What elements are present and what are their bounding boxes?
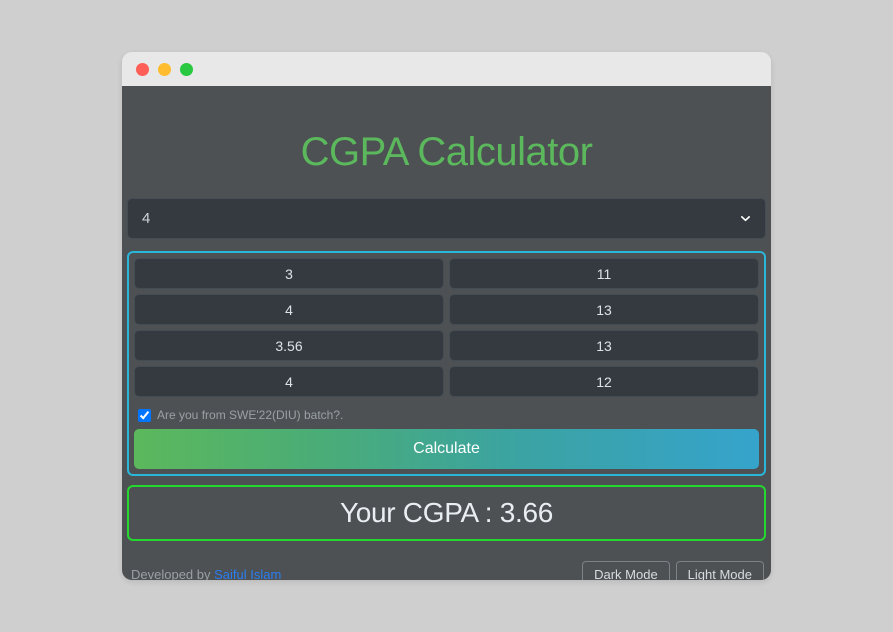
credit-input-3[interactable] (449, 330, 759, 361)
gpa-input-1[interactable] (134, 258, 444, 289)
browser-window: CGPA Calculator 4 3 11 4 13 3.56 13 4 12… (122, 52, 771, 580)
minimize-icon[interactable] (158, 62, 171, 76)
gpa-input-2[interactable] (134, 294, 444, 325)
chevron-down-icon (741, 216, 750, 222)
cgpa-result: Your CGPA : 3.66 (127, 485, 766, 541)
gpa-input-4[interactable] (134, 366, 444, 397)
light-mode-button[interactable]: Light Mode (675, 561, 764, 580)
calculate-button[interactable]: Calculate (134, 429, 759, 469)
maximize-icon[interactable] (180, 62, 193, 76)
developer-credit: Developed by Saiful Islam (131, 567, 281, 580)
input-row (134, 258, 759, 289)
gpa-input-3[interactable] (134, 330, 444, 361)
page-title: CGPA Calculator (300, 130, 593, 174)
input-row (134, 330, 759, 361)
app-body: CGPA Calculator 4 3 11 4 13 3.56 13 4 12… (122, 86, 771, 580)
cgpa-form-card: Are you from SWE'22(DIU) batch?. Calcula… (127, 251, 766, 476)
batch-checkbox-row: Are you from SWE'22(DIU) batch?. (134, 402, 759, 429)
footer: Developed by Saiful Islam Dark Mode Ligh… (127, 541, 766, 580)
credit-input-1[interactable] (449, 258, 759, 289)
developer-link[interactable]: Saiful Islam (214, 567, 281, 580)
close-icon[interactable] (136, 62, 149, 76)
theme-mode-buttons: Dark Mode Light Mode (582, 561, 764, 580)
dark-mode-button[interactable]: Dark Mode (582, 561, 670, 580)
semester-select[interactable]: 4 (127, 198, 766, 239)
batch-checkbox[interactable] (138, 408, 151, 422)
credit-input-2[interactable] (449, 294, 759, 325)
semester-select-value: 4 (142, 210, 151, 227)
window-titlebar (122, 52, 771, 86)
input-row (134, 294, 759, 325)
batch-checkbox-label[interactable]: Are you from SWE'22(DIU) batch?. (157, 408, 343, 422)
input-row (134, 366, 759, 397)
credit-input-4[interactable] (449, 366, 759, 397)
credit-prefix: Developed by (131, 567, 215, 580)
